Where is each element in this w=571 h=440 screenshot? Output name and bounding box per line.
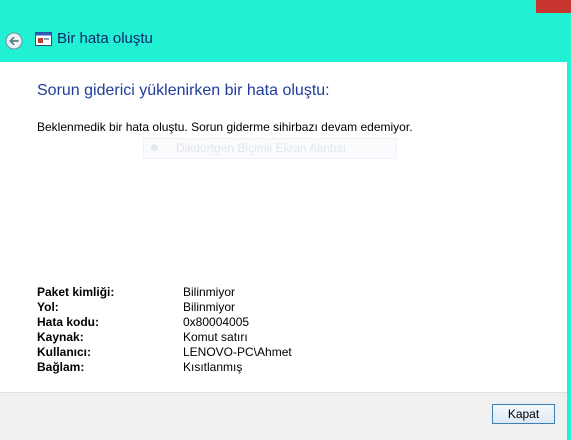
detail-row: Paket kimliği: Bilinmiyor <box>37 285 292 300</box>
error-details: Paket kimliği: Bilinmiyor Yol: Bilinmiyo… <box>37 285 292 375</box>
detail-value: 0x80004005 <box>183 315 250 329</box>
detail-value: Komut satırı <box>183 330 248 344</box>
troubleshooter-app-icon <box>35 32 52 47</box>
ghost-radio-icon <box>151 144 158 151</box>
error-message: Beklenmedik bir hata oluştu. Sorun gider… <box>37 120 413 134</box>
detail-value: LENOVO-PC\Ahmet <box>183 345 292 359</box>
detail-value: Bilinmiyor <box>183 285 236 299</box>
detail-value: Kısıtlanmış <box>183 360 243 374</box>
ghost-snip-overlay: Dikdörtgen Biçimli Ekran Alıntısı <box>143 138 397 159</box>
content-panel: Sorun giderici yüklenirken bir hata oluş… <box>0 62 567 392</box>
detail-label: Kaynak: <box>37 330 84 344</box>
detail-value: Bilinmiyor <box>183 300 236 314</box>
detail-label: Hata kodu: <box>37 315 100 329</box>
detail-label: Kullanıcı: <box>37 345 92 359</box>
detail-row: Kullanıcı: LENOVO-PC\Ahmet <box>37 345 292 360</box>
back-arrow-icon[interactable] <box>5 32 23 50</box>
window-close-button[interactable] <box>536 0 571 13</box>
detail-row: Hata kodu: 0x80004005 <box>37 315 292 330</box>
detail-row: Kaynak: Komut satırı <box>37 330 292 345</box>
ghost-snip-label: Dikdörtgen Biçimli Ekran Alıntısı <box>176 141 347 155</box>
detail-row: Yol: Bilinmiyor <box>37 300 292 315</box>
detail-label: Bağlam: <box>37 360 85 374</box>
detail-row: Bağlam: Kısıtlanmış <box>37 360 292 375</box>
detail-label: Yol: <box>37 300 59 314</box>
footer-bar: Kapat <box>0 392 567 440</box>
error-heading: Sorun giderici yüklenirken bir hata oluş… <box>37 82 330 99</box>
close-button[interactable]: Kapat <box>492 404 555 424</box>
window-title: Bir hata oluştu <box>57 30 153 47</box>
title-bar: Bir hata oluştu <box>0 22 571 60</box>
detail-label: Paket kimliği: <box>37 285 115 299</box>
